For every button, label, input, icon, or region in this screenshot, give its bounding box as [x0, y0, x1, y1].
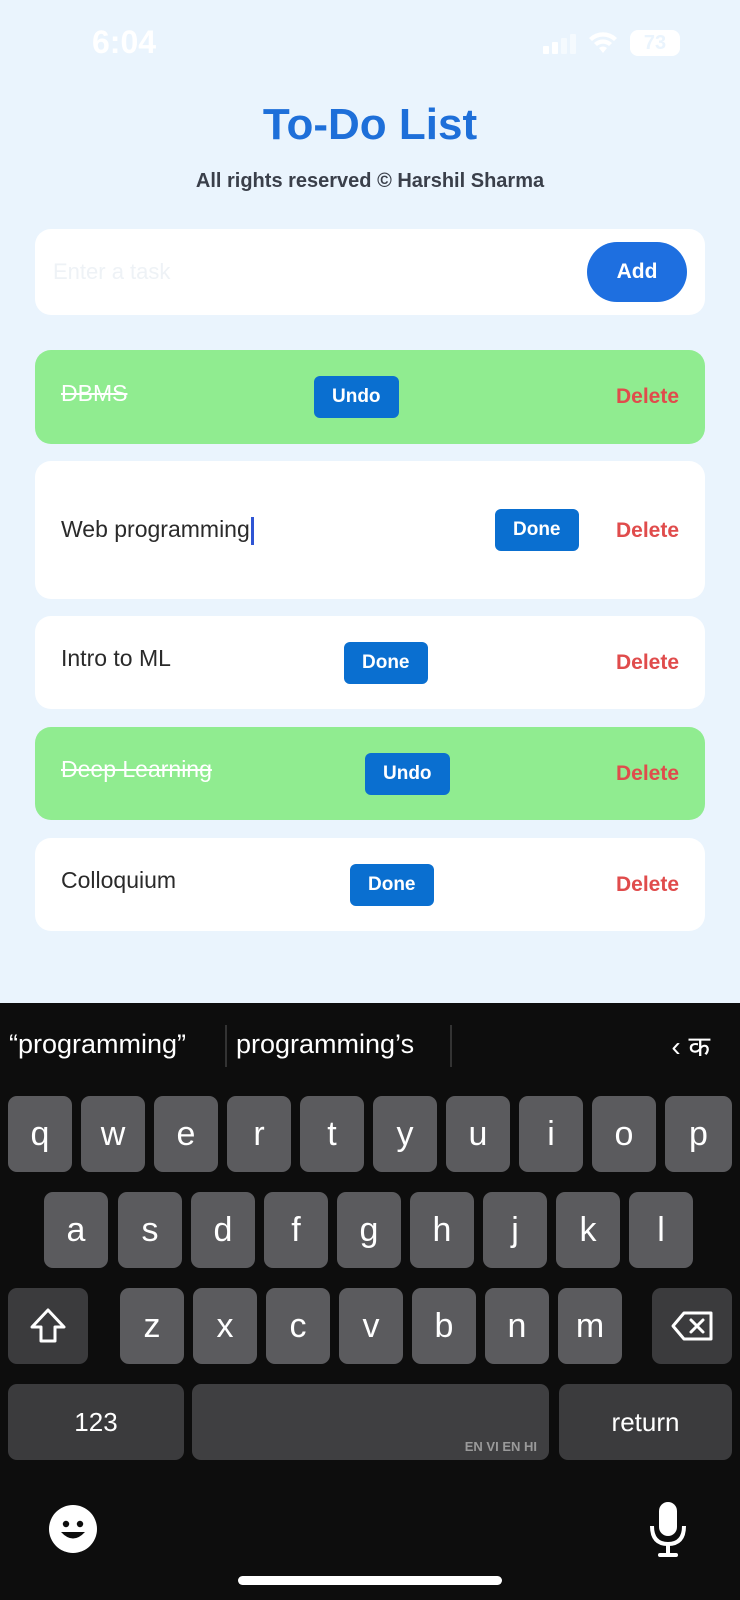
- key-p[interactable]: p: [665, 1096, 732, 1172]
- delete-button[interactable]: Delete: [616, 519, 679, 543]
- task-item: Colloquium Done Delete: [35, 838, 705, 931]
- page-title: To-Do List: [262, 100, 478, 149]
- key-z[interactable]: z: [120, 1288, 184, 1364]
- key-h[interactable]: h: [410, 1192, 474, 1268]
- numbers-key[interactable]: 123: [8, 1384, 184, 1460]
- task-item: Web programming Done Delete: [35, 461, 705, 599]
- status-bar: 6:04 73: [0, 0, 740, 88]
- task-item: Deep Learning Undo Delete: [35, 727, 705, 820]
- key-b[interactable]: b: [412, 1288, 476, 1364]
- shift-icon: [30, 1308, 66, 1343]
- task-text: Web programming: [61, 516, 250, 542]
- key-y[interactable]: y: [373, 1096, 437, 1172]
- key-r[interactable]: r: [227, 1096, 291, 1172]
- task-text[interactable]: Intro to ML: [61, 645, 171, 672]
- battery-icon: 73: [630, 30, 680, 56]
- key-e[interactable]: e: [154, 1096, 218, 1172]
- key-c[interactable]: c: [266, 1288, 330, 1364]
- status-icons: 73: [543, 30, 680, 56]
- text-caret: [250, 516, 254, 545]
- divider: [450, 1025, 452, 1067]
- key-v[interactable]: v: [339, 1288, 403, 1364]
- task-text[interactable]: DBMS: [61, 380, 127, 407]
- task-text-editing[interactable]: Web programming: [61, 516, 254, 545]
- emoji-icon[interactable]: [49, 1505, 97, 1553]
- task-item: Intro to ML Done Delete: [35, 616, 705, 709]
- key-s[interactable]: s: [118, 1192, 182, 1268]
- space-key[interactable]: EN VI EN HI: [192, 1384, 549, 1460]
- return-key[interactable]: return: [559, 1384, 732, 1460]
- key-x[interactable]: x: [193, 1288, 257, 1364]
- language-switch[interactable]: ‹ क: [671, 1027, 710, 1065]
- backspace-key[interactable]: [652, 1288, 732, 1364]
- suggestion-bar: “programming” programming’s ‹ क: [0, 1003, 740, 1091]
- suggestion-item[interactable]: programming’s: [236, 1029, 414, 1060]
- space-language-hint: EN VI EN HI: [464, 1439, 537, 1454]
- backspace-icon: [671, 1311, 713, 1341]
- undo-button[interactable]: Undo: [314, 376, 399, 418]
- undo-button[interactable]: Undo: [365, 753, 450, 795]
- key-u[interactable]: u: [446, 1096, 510, 1172]
- delete-button[interactable]: Delete: [616, 873, 679, 897]
- page-subtitle: All rights reserved © Harshil Sharma: [195, 170, 545, 192]
- key-i[interactable]: i: [519, 1096, 583, 1172]
- key-g[interactable]: g: [337, 1192, 401, 1268]
- key-o[interactable]: o: [592, 1096, 656, 1172]
- microphone-icon[interactable]: [648, 1500, 688, 1560]
- key-w[interactable]: w: [81, 1096, 145, 1172]
- done-button[interactable]: Done: [344, 642, 428, 684]
- task-input[interactable]: [53, 249, 573, 295]
- key-q[interactable]: q: [8, 1096, 72, 1172]
- task-item: DBMS Undo Delete: [35, 350, 705, 444]
- shift-key[interactable]: [8, 1288, 88, 1364]
- add-button[interactable]: Add: [587, 242, 687, 302]
- task-input-card: Add: [35, 229, 705, 315]
- key-l[interactable]: l: [629, 1192, 693, 1268]
- done-button[interactable]: Done: [350, 864, 434, 906]
- key-t[interactable]: t: [300, 1096, 364, 1172]
- key-m[interactable]: m: [558, 1288, 622, 1364]
- key-n[interactable]: n: [485, 1288, 549, 1364]
- done-button[interactable]: Done: [495, 509, 579, 551]
- home-indicator: [238, 1576, 502, 1585]
- status-time: 6:04: [92, 24, 157, 60]
- task-text[interactable]: Deep Learning: [61, 756, 212, 783]
- key-k[interactable]: k: [556, 1192, 620, 1268]
- delete-button[interactable]: Delete: [616, 651, 679, 675]
- wifi-icon: [589, 32, 617, 53]
- delete-button[interactable]: Delete: [616, 385, 679, 409]
- key-j[interactable]: j: [483, 1192, 547, 1268]
- task-text[interactable]: Colloquium: [61, 867, 176, 894]
- delete-button[interactable]: Delete: [616, 762, 679, 786]
- key-a[interactable]: a: [44, 1192, 108, 1268]
- key-f[interactable]: f: [264, 1192, 328, 1268]
- key-d[interactable]: d: [191, 1192, 255, 1268]
- suggestion-item[interactable]: “programming”: [9, 1029, 186, 1060]
- signal-icon: [543, 32, 576, 54]
- divider: [225, 1025, 227, 1067]
